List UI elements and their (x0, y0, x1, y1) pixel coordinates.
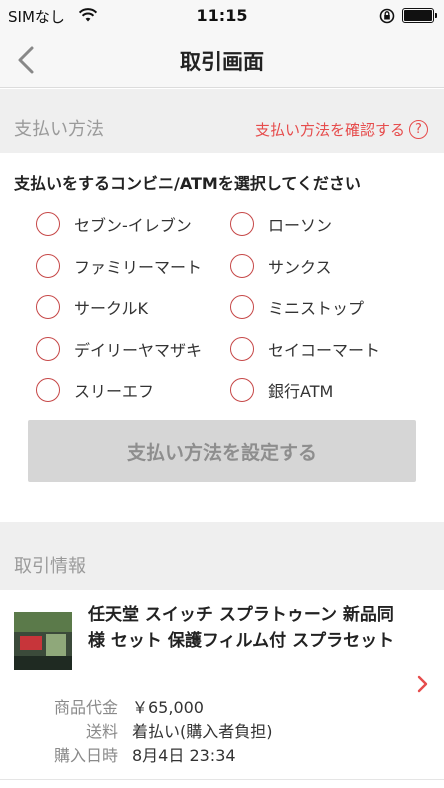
radio-icon (230, 378, 254, 402)
detail-shipping: 送料 着払い(購入者負担) (40, 718, 380, 741)
payment-option-ministop[interactable]: ミニストップ (230, 290, 364, 324)
transaction-section-title: 取引情報 (14, 556, 86, 577)
detail-purchase-date: 購入日時 8月4日 23:34 (40, 742, 380, 765)
help-icon: ? (409, 120, 428, 139)
confirm-payment-link-label: 支払い方法を確認する (254, 121, 405, 139)
battery-icon (402, 8, 437, 23)
radio-icon (36, 337, 60, 361)
chevron-right-icon (417, 675, 428, 693)
payment-option-seven-eleven[interactable]: セブン-イレブン (36, 207, 192, 241)
payment-option-circle-k[interactable]: サークルK (36, 290, 148, 324)
radio-icon (36, 378, 60, 402)
item-title: 任天堂 スイッチ スプラトゥーン 新品同様 セット 保護フィルム付 スプラセット (88, 605, 395, 651)
radio-icon (36, 212, 60, 236)
status-bar: SIMなし 11:15 (0, 0, 444, 32)
payment-option-label: セブン-イレブン (74, 216, 192, 235)
payment-option-label: ローソン (268, 216, 333, 235)
radio-icon (230, 337, 254, 361)
payment-option-daily-yamazaki[interactable]: デイリーヤマザキ (36, 332, 202, 366)
payment-option-bank-atm[interactable]: 銀行ATM (230, 373, 333, 407)
radio-icon (36, 295, 60, 319)
payment-section-title: 支払い方法 (14, 119, 104, 140)
detail-label: 購入日時 (53, 746, 118, 765)
payment-option-label: スリーエフ (74, 382, 155, 401)
payment-option-label: サークルK (74, 299, 149, 318)
nav-bar: 取引画面 (0, 32, 444, 88)
payment-option-label: セイコーマート (268, 341, 381, 360)
payment-prompt: 支払いをするコンビニ/ATMを選択してください (14, 174, 361, 193)
payment-option-sunkus[interactable]: サンクス (230, 249, 332, 283)
transaction-section-header: 取引情報 (0, 522, 444, 590)
rotation-lock-icon (379, 8, 395, 24)
payment-option-three-f[interactable]: スリーエフ (36, 373, 154, 407)
detail-value: ￥65,000 (132, 698, 204, 717)
payment-option-seicomart[interactable]: セイコーマート (230, 332, 380, 366)
payment-option-familymart[interactable]: ファミリーマート (36, 249, 202, 283)
transaction-item-row[interactable]: 任天堂 スイッチ スプラトゥーン 新品同様 セット 保護フィルム付 スプラセット… (0, 590, 444, 780)
radio-icon (230, 212, 254, 236)
page-title: 取引画面 (180, 50, 264, 74)
radio-icon (230, 295, 254, 319)
payment-option-lawson[interactable]: ローソン (230, 207, 332, 241)
payment-option-label: デイリーヤマザキ (74, 341, 203, 360)
radio-icon (230, 254, 254, 278)
detail-value: 8月4日 23:34 (132, 746, 236, 765)
set-payment-button[interactable]: 支払い方法を設定する (28, 420, 416, 482)
payment-section-header: 支払い方法 支払い方法を確認する ? (0, 89, 444, 153)
payment-option-label: ミニストップ (268, 299, 365, 318)
item-thumbnail (14, 612, 72, 670)
radio-icon (36, 254, 60, 278)
payment-option-label: 銀行ATM (268, 382, 334, 401)
detail-value: 着払い(購入者負担) (132, 722, 273, 741)
payment-option-label: サンクス (268, 258, 332, 277)
detail-label: 商品代金 (53, 698, 118, 717)
detail-label: 送料 (85, 722, 118, 741)
detail-price: 商品代金 ￥65,000 (40, 694, 380, 717)
payment-option-label: ファミリーマート (74, 258, 203, 277)
confirm-payment-link[interactable]: 支払い方法を確認する ? (255, 119, 428, 140)
